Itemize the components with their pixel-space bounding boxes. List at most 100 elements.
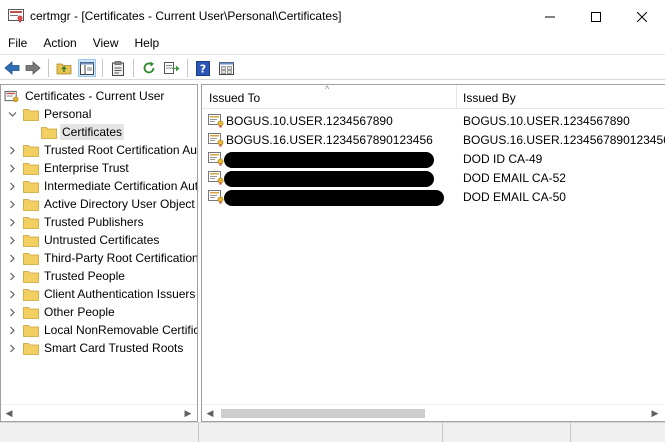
copy-button[interactable] xyxy=(109,59,127,77)
window-title: certmgr - [Certificates - Current User\P… xyxy=(30,9,342,23)
toolbar: ? xyxy=(0,54,665,80)
folder-icon xyxy=(41,126,57,139)
certificate-icon xyxy=(208,152,224,166)
refresh-icon xyxy=(143,61,155,74)
tree-item-store[interactable]: Smart Card Trusted Roots xyxy=(7,339,185,357)
export-list-button[interactable] xyxy=(163,59,181,77)
properties-button[interactable] xyxy=(217,59,235,77)
scroll-left-icon[interactable]: ◀ xyxy=(205,408,215,418)
tree-item-store[interactable]: Untrusted Certificates xyxy=(7,231,161,249)
redaction-mark xyxy=(224,152,434,168)
maximize-icon xyxy=(591,11,601,22)
folder-icon xyxy=(23,180,39,193)
tree-item-certificates[interactable]: Certificates xyxy=(41,123,125,141)
table-row[interactable]: DOD EMAIL CA-50 xyxy=(202,188,665,206)
tree-item-label: Trusted People xyxy=(44,269,125,283)
up-one-level-button[interactable] xyxy=(55,59,73,77)
scroll-left-icon[interactable]: ◀ xyxy=(4,408,14,418)
tree-item-store[interactable]: Active Directory User Object xyxy=(7,195,197,213)
help-icon: ? xyxy=(196,60,210,76)
tree-item-label: Trusted Root Certification Authorities xyxy=(44,143,197,157)
chevron-right-icon[interactable] xyxy=(7,235,17,245)
menu-file[interactable]: File xyxy=(0,36,35,50)
folder-icon xyxy=(23,342,39,355)
tree-item-personal[interactable]: Personal xyxy=(7,105,93,123)
certificate-store-icon xyxy=(4,90,19,102)
forward-arrow-icon xyxy=(25,61,41,75)
tree-item-label: Third-Party Root Certification Authoriti… xyxy=(44,251,198,265)
status-segment xyxy=(570,423,571,442)
redaction-mark xyxy=(224,171,434,187)
tree-item-store[interactable]: Trusted Publishers xyxy=(7,213,146,231)
minimize-icon xyxy=(545,16,555,17)
status-segment xyxy=(442,423,443,442)
show-hide-console-tree-button[interactable] xyxy=(78,59,96,77)
chevron-right-icon[interactable] xyxy=(7,145,17,155)
folder-icon xyxy=(23,162,39,175)
chevron-right-icon[interactable] xyxy=(7,271,17,281)
menu-action[interactable]: Action xyxy=(35,36,84,50)
scroll-right-icon[interactable]: ▶ xyxy=(650,408,660,418)
minimize-button[interactable] xyxy=(527,0,573,33)
list-horizontal-scrollbar[interactable]: ◀ ▶ xyxy=(202,404,665,421)
console-tree-pane[interactable]: Certificates - Current User Personal Cer… xyxy=(0,84,198,422)
close-button[interactable] xyxy=(619,0,665,33)
menu-view[interactable]: View xyxy=(85,36,127,50)
issued-by-cell: DOD ID CA-49 xyxy=(463,152,543,166)
column-divider[interactable] xyxy=(456,85,457,109)
redaction-mark xyxy=(224,190,444,206)
chevron-right-icon[interactable] xyxy=(7,217,17,227)
folder-icon xyxy=(23,324,39,337)
table-row[interactable]: DOD ID CA-49 xyxy=(202,150,665,168)
chevron-right-icon[interactable] xyxy=(7,343,17,353)
results-pane[interactable]: ^ Issued To Issued By BOGUS.10.USER.1234… xyxy=(201,84,665,422)
chevron-right-icon[interactable] xyxy=(7,253,17,263)
table-row[interactable]: BOGUS.16.USER.1234567890123456 BOGUS.16.U… xyxy=(202,131,665,149)
chevron-down-icon[interactable] xyxy=(7,109,17,119)
maximize-button[interactable] xyxy=(573,0,619,33)
certificate-icon xyxy=(208,171,224,185)
chevron-right-icon[interactable] xyxy=(7,163,17,173)
certificate-icon xyxy=(208,133,224,147)
toolbar-separator xyxy=(48,59,49,77)
chevron-right-icon[interactable] xyxy=(7,199,17,209)
scrollbar-thumb[interactable] xyxy=(221,409,425,418)
tree-item-store[interactable]: Enterprise Trust xyxy=(7,159,131,177)
menu-help[interactable]: Help xyxy=(127,36,168,50)
certificate-icon xyxy=(208,114,224,128)
tree-item-store[interactable]: Other People xyxy=(7,303,117,321)
column-header-issued-to[interactable]: Issued To xyxy=(209,91,260,105)
chevron-right-icon[interactable] xyxy=(7,325,17,335)
forward-button[interactable] xyxy=(24,59,42,77)
tree-item-store[interactable]: Trusted Root Certification Authorities xyxy=(7,141,197,159)
svg-text:?: ? xyxy=(200,62,206,75)
table-row[interactable]: DOD EMAIL CA-52 xyxy=(202,169,665,187)
tree-item-label: Client Authentication Issuers xyxy=(44,287,196,301)
tree-item-label: Intermediate Certification Authorities xyxy=(44,179,198,193)
tree-item-store[interactable]: Trusted People xyxy=(7,267,127,285)
chevron-right-icon[interactable] xyxy=(7,289,17,299)
tree-item-label: Local NonRemovable Certificates xyxy=(44,323,197,337)
tree-root-certificates-current-user[interactable]: Certificates - Current User xyxy=(4,87,166,105)
chevron-right-icon[interactable] xyxy=(7,307,17,317)
issued-by-cell: BOGUS.10.USER.1234567890 xyxy=(463,114,630,128)
issued-to-cell: BOGUS.10.USER.1234567890 xyxy=(226,114,393,128)
scroll-right-icon[interactable]: ▶ xyxy=(183,408,193,418)
column-header-issued-by[interactable]: Issued By xyxy=(463,91,516,105)
back-button[interactable] xyxy=(3,59,21,77)
toolbar-separator xyxy=(102,59,103,77)
tree-item-store[interactable]: Third-Party Root Certification Authoriti… xyxy=(7,249,198,267)
certmgr-app-icon xyxy=(8,9,24,23)
properties-icon xyxy=(218,61,234,75)
help-button[interactable]: ? xyxy=(194,59,212,77)
issued-by-cell: DOD EMAIL CA-50 xyxy=(463,190,566,204)
toolbar-separator xyxy=(133,59,134,77)
chevron-right-icon[interactable] xyxy=(7,181,17,191)
refresh-button[interactable] xyxy=(140,59,158,77)
tree-item-store[interactable]: Intermediate Certification Authorities xyxy=(7,177,198,195)
tree-item-store[interactable]: Local NonRemovable Certificates xyxy=(7,321,197,339)
tree-item-store[interactable]: Client Authentication Issuers xyxy=(7,285,197,303)
tree-horizontal-scrollbar[interactable]: ◀ ▶ xyxy=(1,404,197,421)
table-row[interactable]: BOGUS.10.USER.1234567890 BOGUS.10.USER.12… xyxy=(202,112,665,130)
tree-item-label: Untrusted Certificates xyxy=(44,233,160,247)
